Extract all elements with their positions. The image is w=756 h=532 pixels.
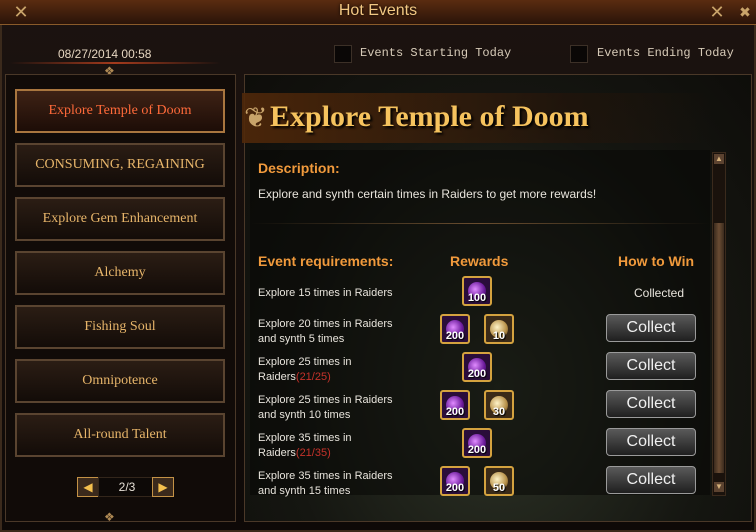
collect-button[interactable]: Collect xyxy=(606,428,696,456)
tab-label: Explore Temple of Doom xyxy=(48,103,192,118)
reward-purple-gem-icon[interactable]: 200 xyxy=(440,390,470,420)
server-datetime: 08/27/2014 00:58 xyxy=(58,47,152,61)
event-title: Explore Temple of Doom xyxy=(270,100,589,133)
divider xyxy=(250,223,710,224)
arrow-left-icon: ◀ xyxy=(83,480,93,494)
tab-label: Alchemy xyxy=(94,265,146,280)
events-ending-today-checkbox[interactable] xyxy=(570,45,588,63)
collect-button[interactable]: Collect xyxy=(606,314,696,342)
tab-fishing-soul[interactable]: Fishing Soul xyxy=(15,305,225,349)
description-heading: Description: xyxy=(258,160,340,176)
tab-label: CONSUMING, REGAINING xyxy=(35,157,205,172)
reward-purple-gem-icon[interactable]: 200 xyxy=(440,314,470,344)
ornament-icon: ❖ xyxy=(104,510,115,524)
requirement-text: Explore 35 times in Raiders(21/35) xyxy=(258,432,352,459)
tab-label: Omnipotence xyxy=(82,373,158,388)
reward-gold-orb-icon[interactable]: 30 xyxy=(484,390,514,420)
tab-explore-gem-enhancement[interactable]: Explore Gem Enhancement xyxy=(15,197,225,241)
next-page-button[interactable]: ▶ xyxy=(152,477,174,497)
tab-label: Explore Gem Enhancement xyxy=(42,211,198,226)
reward-purple-gem-icon[interactable]: 200 xyxy=(462,428,492,458)
requirement-text: Explore 15 times in Raiders xyxy=(258,287,393,299)
reward-gold-orb-icon[interactable]: 10 xyxy=(484,314,514,344)
events-ending-today-label: Events Ending Today xyxy=(597,46,734,60)
scroll-thumb[interactable] xyxy=(714,223,724,473)
reward-gold-orb-icon[interactable]: 50 xyxy=(484,466,514,496)
content-scrollbar[interactable]: ▲ ▼ xyxy=(712,152,726,496)
page-indicator: 2/3 xyxy=(98,477,156,497)
requirements-header: Event requirements: xyxy=(258,253,394,269)
requirement-text: Explore 25 times in Raiders and synth 10 … xyxy=(258,394,393,421)
events-starting-today-checkbox[interactable] xyxy=(334,45,352,63)
requirement-text: Explore 25 times in Raiders(21/25) xyxy=(258,356,352,383)
events-starting-today-label: Events Starting Today xyxy=(360,46,512,60)
window-title: Hot Events xyxy=(338,2,418,19)
title-bar: ✕ Hot Events ✕ ✖ xyxy=(0,0,756,25)
collect-button[interactable]: Collect xyxy=(606,466,696,494)
description-text: Explore and synth certain times in Raide… xyxy=(258,187,597,201)
tab-explore-temple-of-doom[interactable]: Explore Temple of Doom xyxy=(15,89,225,133)
close-icon[interactable]: ✖ xyxy=(728,0,756,24)
requirement-text: Explore 35 times in Raiders and synth 15 … xyxy=(258,470,393,497)
tab-all-round-talent[interactable]: All-round Talent xyxy=(15,413,225,457)
scroll-up-icon[interactable]: ▲ xyxy=(714,154,724,164)
tab-label: All-round Talent xyxy=(73,427,167,442)
requirement-text: Explore 20 times in Raiders and synth 5 t… xyxy=(258,318,393,345)
tab-consuming-regaining[interactable]: CONSUMING, REGAINING xyxy=(15,143,225,187)
reward-purple-gem-icon[interactable]: 200 xyxy=(462,352,492,382)
rewards-header: Rewards xyxy=(450,253,509,269)
tab-label: Fishing Soul xyxy=(84,319,156,334)
tab-alchemy[interactable]: Alchemy xyxy=(15,251,225,295)
arrow-right-icon: ▶ xyxy=(158,480,168,494)
reward-purple-gem-icon[interactable]: 200 xyxy=(440,466,470,496)
divider xyxy=(10,62,220,64)
collect-button[interactable]: Collect xyxy=(606,352,696,380)
prev-page-button[interactable]: ◀ xyxy=(77,477,99,497)
collect-button[interactable]: Collect xyxy=(606,390,696,418)
reward-purple-gem-icon[interactable]: 100 xyxy=(462,276,492,306)
scroll-down-icon[interactable]: ▼ xyxy=(714,482,724,492)
tab-omnipotence[interactable]: Omnipotence xyxy=(15,359,225,403)
how-to-win-header: How to Win xyxy=(618,253,695,269)
collected-status: Collected xyxy=(634,286,685,300)
